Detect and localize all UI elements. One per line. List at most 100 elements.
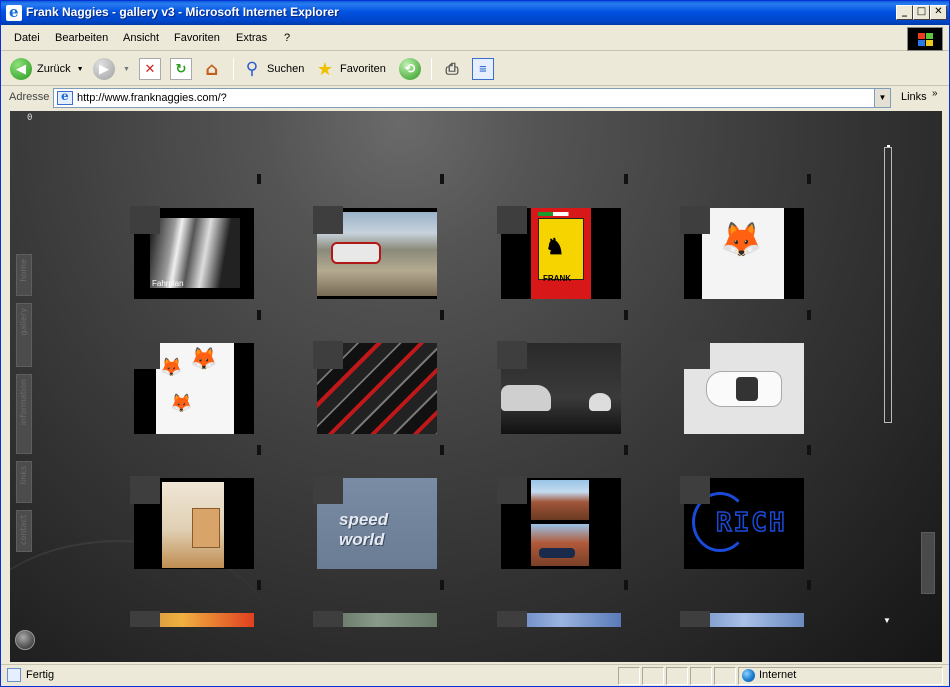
tile-tick — [257, 445, 261, 455]
back-button[interactable]: ◀ Zurück ▼ — [10, 56, 84, 82]
tile-tick — [440, 445, 444, 455]
tile-corner — [313, 476, 343, 504]
address-input[interactable]: http://www.franknaggies.com/? ▼ — [53, 88, 891, 108]
forward-arrow-icon: ▶ — [93, 58, 115, 80]
back-label: Zurück — [37, 63, 71, 75]
menu-bar: Datei Bearbeiten Ansicht Favoriten Extra… — [1, 27, 949, 51]
menu-extras[interactable]: Extras — [236, 32, 267, 44]
status-bar: Fertig Internet — [1, 664, 949, 686]
tile-corner — [130, 341, 160, 369]
tile-corner — [680, 206, 710, 234]
status-pane — [642, 667, 664, 685]
tile-tick — [624, 310, 628, 320]
links-button[interactable]: Links — [901, 91, 927, 103]
gallery-scrollbar[interactable] — [884, 147, 892, 423]
star-icon: ★ — [316, 58, 334, 80]
menu-datei[interactable]: Datei — [14, 32, 40, 44]
tile-caption: Fahrplan — [152, 279, 184, 288]
address-label: Adresse — [9, 91, 50, 103]
nav-tab-links[interactable]: links — [16, 461, 32, 503]
menu-ansicht[interactable]: Ansicht — [123, 32, 159, 44]
gallery-page: 0 home gallery information links contact… — [10, 111, 942, 662]
tile-tick — [807, 580, 811, 590]
home-icon: ⌂ — [205, 58, 219, 80]
tile-corner — [130, 476, 160, 504]
nav-tab-information[interactable]: information — [16, 374, 32, 454]
search-icon: ⚲ — [245, 59, 259, 79]
tile-corner — [497, 341, 527, 369]
tile-corner — [497, 476, 527, 504]
tile-corner — [680, 341, 710, 369]
history-button[interactable]: ⟲ — [399, 56, 421, 82]
tile-tick — [257, 310, 261, 320]
print-button[interactable]: ⎙ — [441, 56, 463, 82]
gallery-counter: 0 — [27, 113, 33, 123]
tile-corner — [130, 611, 160, 627]
stop-button[interactable]: ✕ — [139, 56, 161, 82]
address-dropdown-icon[interactable]: ▼ — [874, 88, 891, 108]
browser-window: Frank Naggies - gallery v3 - Microsoft I… — [0, 0, 950, 687]
page-status-icon — [7, 668, 21, 682]
menu-help[interactable]: ? — [284, 32, 290, 44]
nav-tab-contact[interactable]: contact — [16, 510, 32, 552]
internet-globe-icon — [742, 669, 755, 682]
printer-icon: ⎙ — [445, 59, 459, 78]
stop-icon: ✕ — [139, 58, 161, 80]
toolbar-separator — [431, 58, 432, 80]
tile-corner — [680, 611, 710, 627]
tile-tick — [624, 445, 628, 455]
minimize-button[interactable]: _ — [896, 5, 913, 20]
home-button[interactable]: ⌂ — [201, 56, 223, 82]
tile-tick — [257, 580, 261, 590]
tile-tick — [440, 310, 444, 320]
fox-icon: 🦊 — [160, 357, 183, 378]
status-pane — [690, 667, 712, 685]
tile-tick — [440, 174, 444, 184]
tile-tick — [807, 310, 811, 320]
forward-dropdown-icon[interactable]: ▼ — [123, 66, 130, 73]
nav-tab-gallery[interactable]: gallery — [16, 303, 32, 367]
gallery-scroll-down-icon[interactable]: ▼ — [883, 616, 891, 625]
favorites-label: Favoriten — [340, 63, 386, 75]
fox-icon: 🦊 — [170, 393, 193, 414]
back-arrow-icon: ◀ — [10, 58, 32, 80]
menu-bearbeiten[interactable]: Bearbeiten — [55, 32, 108, 44]
menu-favoriten[interactable]: Favoriten — [174, 32, 220, 44]
address-url[interactable]: http://www.franknaggies.com/? — [77, 92, 227, 104]
forward-button[interactable]: ▶ ▼ — [93, 56, 130, 82]
close-button[interactable]: ✕ — [930, 5, 947, 20]
tile-tick — [624, 580, 628, 590]
tile-corner — [680, 476, 710, 504]
title-bar[interactable]: Frank Naggies - gallery v3 - Microsoft I… — [1, 1, 949, 25]
maximize-button[interactable]: □ — [913, 5, 930, 20]
tile-caption: speed world — [339, 510, 389, 549]
nav-tab-home[interactable]: home — [16, 254, 32, 296]
toolbar: ◀ Zurück ▼ ▶ ▼ ✕ ↻ ⌂ ⚲ Suchen ★ Favorite… — [1, 52, 949, 86]
tile-corner — [130, 206, 160, 234]
links-chevron-icon[interactable]: » — [932, 88, 938, 99]
tile-tick — [807, 174, 811, 184]
status-text: Fertig — [26, 669, 55, 681]
fox-icon: 🦊 — [720, 220, 763, 260]
tile-corner — [497, 206, 527, 234]
tile-corner — [313, 611, 343, 627]
refresh-button[interactable]: ↻ — [170, 56, 192, 82]
edit-button[interactable]: ≡ — [472, 56, 494, 82]
tile-corner — [313, 341, 343, 369]
tile-caption: FRANK — [543, 274, 571, 283]
favorites-button[interactable]: ★ Favoriten — [314, 56, 386, 82]
status-pane — [618, 667, 640, 685]
tile-tick — [440, 580, 444, 590]
status-pane — [666, 667, 688, 685]
side-slider[interactable] — [921, 532, 935, 594]
page-icon — [57, 89, 73, 105]
status-pane — [714, 667, 736, 685]
search-button[interactable]: ⚲ Suchen — [241, 56, 305, 82]
tile-tick — [624, 174, 628, 184]
home-knob-icon[interactable] — [15, 630, 35, 650]
history-icon: ⟲ — [399, 58, 421, 80]
back-dropdown-icon[interactable]: ▼ — [77, 66, 84, 73]
refresh-icon: ↻ — [170, 58, 192, 80]
zone-text: Internet — [759, 669, 797, 681]
windows-logo-icon — [907, 27, 943, 51]
